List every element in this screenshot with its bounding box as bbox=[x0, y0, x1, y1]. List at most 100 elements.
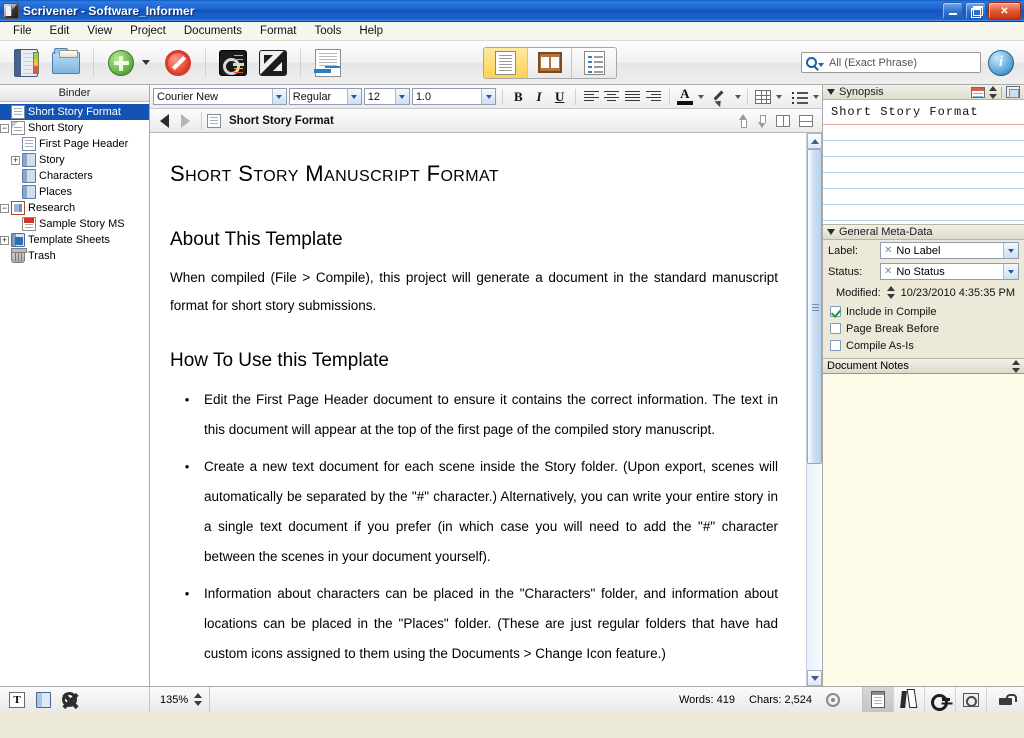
split-horizontal-icon[interactable] bbox=[799, 114, 813, 127]
keywords-panel-button[interactable] bbox=[925, 687, 956, 712]
binder-item-research[interactable]: − Research bbox=[0, 200, 149, 216]
synopsis-card[interactable]: Short Story Format bbox=[823, 100, 1024, 225]
page-break-before-row[interactable]: Page Break Before bbox=[823, 320, 1024, 337]
split-vertical-icon[interactable] bbox=[776, 114, 790, 127]
menu-tools[interactable]: Tools bbox=[305, 23, 350, 39]
align-center-button[interactable] bbox=[603, 87, 622, 106]
inspector-toggle-button[interactable]: i bbox=[988, 49, 1014, 76]
close-button[interactable]: ✕ bbox=[988, 2, 1021, 20]
binder-item-places[interactable]: Places bbox=[0, 184, 149, 200]
twisty-expand-icon[interactable]: + bbox=[0, 235, 9, 245]
binder-toggle-button[interactable] bbox=[9, 46, 43, 80]
up-down-arrows-icon[interactable] bbox=[989, 85, 997, 99]
menu-edit[interactable]: Edit bbox=[41, 23, 79, 39]
chevron-down-icon[interactable] bbox=[394, 89, 409, 104]
document-notes-body[interactable] bbox=[823, 374, 1024, 686]
editor-scrollbar[interactable] bbox=[806, 133, 822, 686]
include-in-compile-row[interactable]: Include in Compile bbox=[823, 303, 1024, 320]
binder-item-characters[interactable]: Characters bbox=[0, 168, 149, 184]
index-card-icon[interactable] bbox=[971, 86, 985, 98]
collections-button[interactable] bbox=[49, 46, 83, 80]
twisty-collapse-icon[interactable]: − bbox=[0, 203, 9, 213]
twisty-expand-icon[interactable]: + bbox=[11, 155, 20, 165]
forward-arrow-icon[interactable] bbox=[181, 113, 190, 128]
binder-item-short-story[interactable]: − Short Story bbox=[0, 120, 149, 136]
document-view-button[interactable] bbox=[484, 47, 528, 78]
italic-button[interactable]: I bbox=[530, 87, 549, 106]
project-settings-button[interactable] bbox=[57, 689, 81, 711]
disclosure-triangle-icon[interactable] bbox=[827, 229, 835, 235]
table-caret-icon[interactable] bbox=[776, 94, 783, 99]
chevron-down-icon[interactable] bbox=[346, 89, 361, 104]
metadata-header[interactable]: General Meta-Data bbox=[823, 225, 1024, 240]
disclosure-triangle-icon[interactable] bbox=[827, 89, 835, 95]
menu-documents[interactable]: Documents bbox=[175, 23, 251, 39]
highlight-caret-icon[interactable] bbox=[734, 94, 741, 99]
full-screen-button[interactable] bbox=[256, 46, 290, 80]
references-panel-button[interactable] bbox=[894, 687, 925, 712]
restore-button[interactable] bbox=[965, 2, 986, 20]
status-select[interactable]: ✕ No Status bbox=[880, 263, 1019, 280]
corkboard-view-button[interactable] bbox=[528, 47, 572, 78]
compile-as-is-row[interactable]: Compile As-Is bbox=[823, 337, 1024, 354]
chevron-down-icon[interactable] bbox=[1003, 264, 1018, 279]
font-family-select[interactable]: Courier New bbox=[153, 88, 287, 105]
zoom-control[interactable]: 135% bbox=[150, 687, 210, 712]
list-caret-icon[interactable] bbox=[813, 94, 820, 99]
snapshots-panel-button[interactable] bbox=[956, 687, 987, 712]
back-arrow-icon[interactable] bbox=[160, 113, 169, 128]
binder-item-sample-story-ms[interactable]: Sample Story MS bbox=[0, 216, 149, 232]
no-entry-button[interactable] bbox=[161, 46, 195, 80]
search-options-caret-icon[interactable] bbox=[818, 62, 824, 67]
caret-down-icon[interactable] bbox=[142, 60, 150, 65]
binder-tree[interactable]: Short Story Format − Short Story First P… bbox=[0, 102, 149, 686]
document-text-area[interactable]: SHORT STORY MANUSCRIPT FORMAT About This… bbox=[150, 133, 806, 686]
minimize-button[interactable] bbox=[942, 2, 963, 20]
lock-icon[interactable] bbox=[999, 694, 1017, 705]
table-button[interactable] bbox=[754, 87, 773, 106]
font-size-select[interactable]: 12 bbox=[363, 88, 410, 105]
binder-item-trash[interactable]: Trash bbox=[0, 248, 149, 264]
menu-view[interactable]: View bbox=[78, 23, 121, 39]
outliner-view-button[interactable] bbox=[572, 47, 616, 78]
font-style-select[interactable]: Regular bbox=[288, 88, 362, 105]
target-icon[interactable] bbox=[826, 692, 840, 707]
list-button[interactable] bbox=[790, 87, 809, 106]
include-in-compile-checkbox[interactable] bbox=[830, 306, 841, 317]
underline-button[interactable]: U bbox=[550, 87, 569, 106]
menu-help[interactable]: Help bbox=[350, 23, 392, 39]
menu-file[interactable]: File bbox=[4, 23, 41, 39]
menu-project[interactable]: Project bbox=[121, 23, 175, 39]
scroll-down-button[interactable] bbox=[807, 670, 822, 686]
notes-stepper-icon[interactable] bbox=[1012, 359, 1020, 373]
binder-item-template-sheets[interactable]: + Template Sheets bbox=[0, 232, 149, 248]
document-notes-header[interactable]: Document Notes bbox=[823, 358, 1024, 374]
text-color-button[interactable]: A bbox=[675, 87, 694, 106]
align-right-button[interactable] bbox=[644, 87, 663, 106]
twisty-collapse-icon[interactable]: − bbox=[0, 123, 9, 133]
notes-panel-button[interactable] bbox=[863, 687, 894, 712]
chevron-down-icon[interactable] bbox=[481, 89, 496, 104]
date-stepper-icon[interactable] bbox=[886, 286, 895, 299]
binder-item-story[interactable]: + Story bbox=[0, 152, 149, 168]
document-icon[interactable] bbox=[207, 113, 221, 128]
scrollbar-thumb[interactable] bbox=[807, 149, 822, 464]
search-input[interactable]: All (Exact Phrase) bbox=[801, 52, 981, 73]
page-break-before-checkbox[interactable] bbox=[830, 323, 841, 334]
binder-affects-button[interactable] bbox=[31, 689, 55, 711]
line-spacing-select[interactable]: 1.0 bbox=[411, 88, 497, 105]
label-select[interactable]: ✕ No Label bbox=[880, 242, 1019, 259]
keywords-button[interactable] bbox=[216, 46, 250, 80]
magnifier-icon[interactable] bbox=[806, 57, 817, 68]
menu-format[interactable]: Format bbox=[251, 23, 305, 39]
text-color-caret-icon[interactable] bbox=[698, 94, 705, 99]
text-settings-button[interactable]: T bbox=[5, 689, 29, 711]
image-card-icon[interactable] bbox=[1006, 86, 1020, 98]
binder-item-short-story-format[interactable]: Short Story Format bbox=[0, 104, 149, 120]
zoom-stepper-icon[interactable] bbox=[194, 693, 203, 706]
align-left-button[interactable] bbox=[582, 87, 601, 106]
synopsis-header[interactable]: Synopsis bbox=[823, 85, 1024, 100]
binder-item-first-page-header[interactable]: First Page Header bbox=[0, 136, 149, 152]
chevron-down-icon[interactable] bbox=[271, 89, 286, 104]
scrollbar-track[interactable] bbox=[807, 149, 822, 670]
